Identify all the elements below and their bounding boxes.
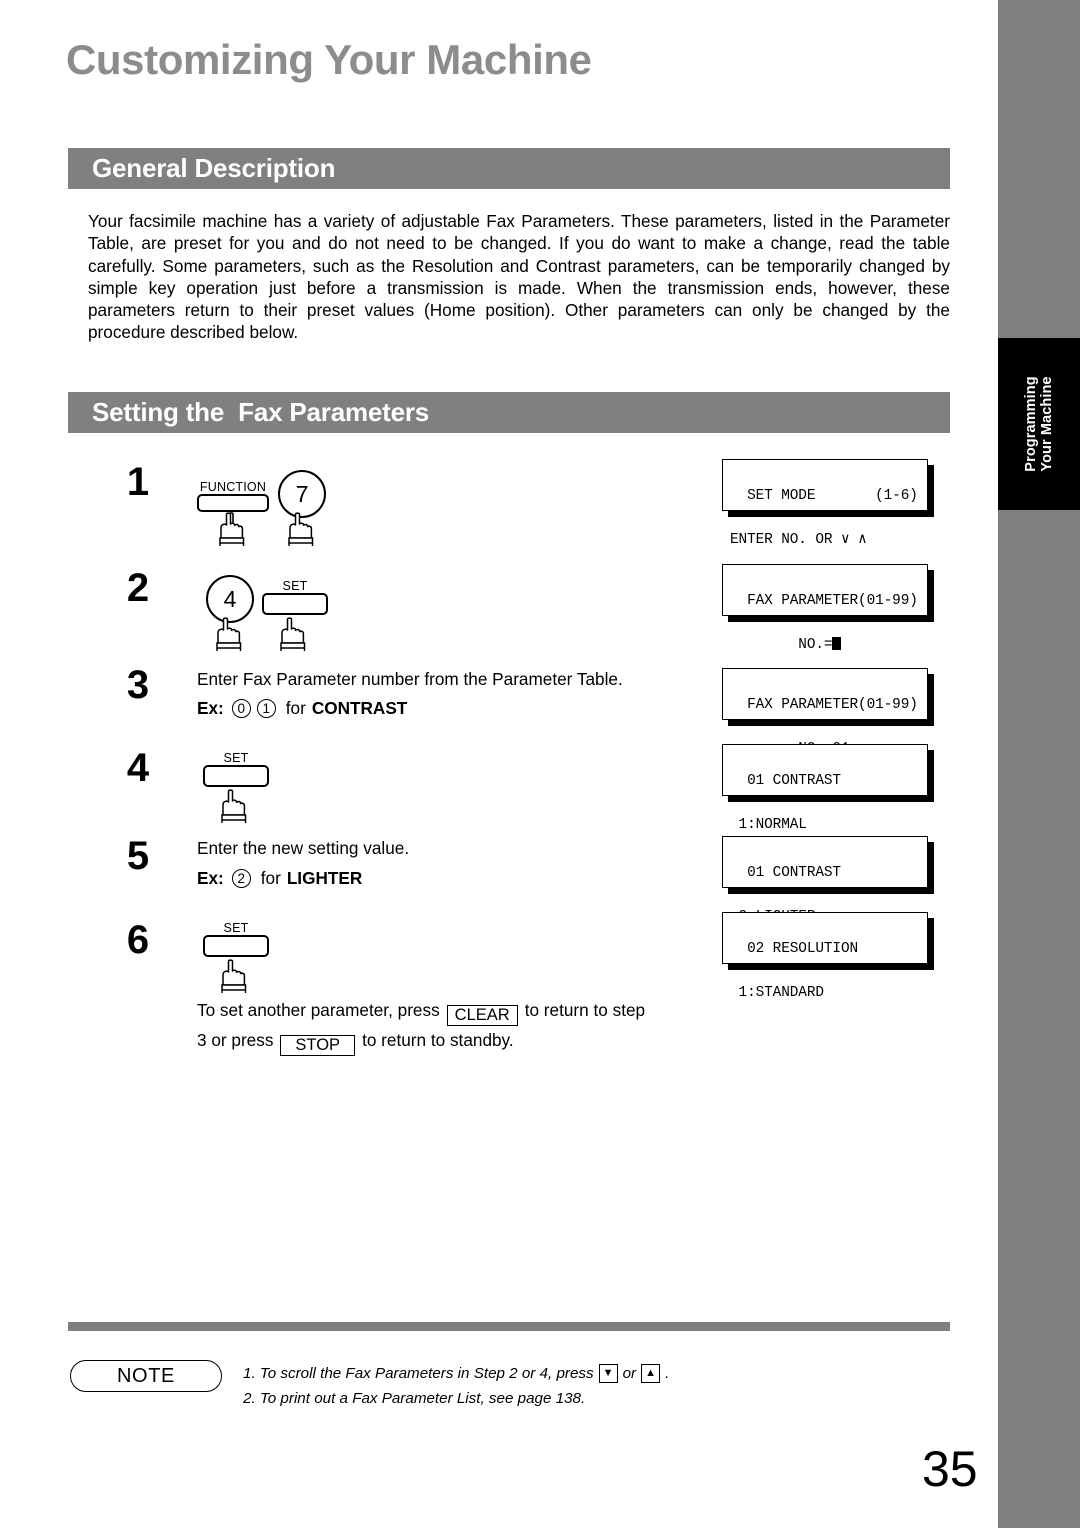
up-arrow-icon: ▲ bbox=[641, 1364, 661, 1383]
chapter-tab-text: Programming Your Machine bbox=[998, 338, 1080, 510]
page-number: 35 bbox=[922, 1441, 978, 1497]
chapter-tab: Programming Your Machine bbox=[998, 338, 1080, 510]
stop-key[interactable]: STOP bbox=[280, 1035, 356, 1056]
lcd-line-2: 1:NORMAL bbox=[730, 817, 807, 833]
note-item-1-period: . bbox=[665, 1365, 670, 1382]
lcd-display-1: SET MODE (1-6) ENTER NO. OR ∨ ∧ bbox=[722, 459, 928, 548]
step-number-1: 1 bbox=[126, 460, 150, 504]
numeric-key-7-label: 7 bbox=[295, 480, 309, 507]
set-key[interactable]: SET bbox=[262, 580, 328, 615]
down-arrow-icon: ▼ bbox=[598, 1364, 618, 1383]
step-5-ex-for: for bbox=[260, 868, 281, 888]
lcd-line-1: FAX PARAMETER(01-99) bbox=[747, 593, 918, 609]
set-key-label: SET bbox=[282, 579, 308, 593]
pointing-hand-icon bbox=[218, 789, 252, 827]
general-description-paragraph: Your facsimile machine has a variety of … bbox=[88, 211, 950, 343]
set-key[interactable]: SET bbox=[203, 752, 269, 787]
note-item-2: 2. To print out a Fax Parameter List, se… bbox=[243, 1390, 585, 1407]
example-digit-1: 1 bbox=[256, 699, 276, 718]
example-digit-2: 2 bbox=[231, 869, 251, 888]
lcd-line-1: FAX PARAMETER(01-99) bbox=[747, 697, 918, 713]
pointing-hand-icon bbox=[213, 617, 247, 655]
note-item-1: 1. To scroll the Fax Parameters in Step … bbox=[243, 1364, 669, 1383]
page-title: Customizing Your Machine bbox=[66, 36, 592, 83]
set-key-body bbox=[203, 765, 269, 787]
closing-line-2-suffix: to return to standby. bbox=[362, 1030, 514, 1050]
step-5-example: Ex: 2 for LIGHTER bbox=[197, 868, 362, 889]
closing-line-2-prefix: 3 or press bbox=[197, 1030, 274, 1050]
pointing-hand-icon bbox=[218, 959, 252, 997]
step-3-instruction: Enter Fax Parameter number from the Para… bbox=[197, 669, 623, 689]
step-number-5: 5 bbox=[126, 834, 150, 878]
function-key[interactable]: FUNCTION bbox=[197, 481, 269, 512]
closing-line-2: 3 or press STOP to return to standby. bbox=[197, 1030, 514, 1056]
lcd-display-4: 01 CONTRAST 1:NORMAL bbox=[722, 744, 928, 833]
lcd-line-1: 01 CONTRAST bbox=[747, 773, 841, 789]
lcd-display-2: FAX PARAMETER(01-99) NO.= bbox=[722, 564, 928, 653]
lcd-display-3: FAX PARAMETER(01-99) NO.=01 bbox=[722, 668, 928, 757]
note-item-1-text: 1. To scroll the Fax Parameters in Step … bbox=[243, 1365, 594, 1382]
lcd-line-1: 02 RESOLUTION bbox=[747, 941, 859, 957]
step-3-ex-target: CONTRAST bbox=[311, 698, 408, 718]
lcd-line-2-text: NO.= bbox=[730, 637, 833, 653]
clear-key[interactable]: CLEAR bbox=[446, 1005, 518, 1026]
set-key-body bbox=[262, 593, 328, 615]
lcd-line-2: ENTER NO. OR ∨ ∧ bbox=[730, 532, 867, 548]
pointing-hand-icon bbox=[216, 512, 250, 550]
section-heading-general-description: General Description bbox=[68, 148, 950, 189]
set-key-label: SET bbox=[223, 751, 249, 765]
lcd-line-1: 01 CONTRAST bbox=[747, 865, 841, 881]
lcd-line-1: SET MODE (1-6) bbox=[747, 488, 918, 504]
note-item-2-text: 2. To print out a Fax Parameter List, se… bbox=[243, 1390, 586, 1407]
step-3-ex-label: Ex: bbox=[197, 698, 224, 718]
function-key-label: FUNCTION bbox=[199, 480, 267, 494]
numeric-key-7[interactable]: 7 bbox=[278, 470, 326, 518]
step-5-ex-target: LIGHTER bbox=[286, 868, 363, 888]
step-number-6: 6 bbox=[126, 918, 150, 962]
lcd-line-2: NO.= bbox=[730, 634, 920, 656]
step-number-4: 4 bbox=[126, 746, 150, 790]
note-badge: NOTE bbox=[70, 1360, 222, 1392]
step-number-2: 2 bbox=[126, 566, 150, 610]
function-key-body bbox=[197, 494, 269, 512]
step-number-3: 3 bbox=[126, 663, 150, 707]
closing-line-1-suffix: to return to step bbox=[524, 1000, 646, 1020]
note-badge-label: NOTE bbox=[117, 1364, 175, 1387]
right-edge-strip bbox=[998, 0, 1080, 1528]
closing-line-1-prefix: To set another parameter, press bbox=[197, 1000, 440, 1020]
note-item-1-or: or bbox=[622, 1365, 637, 1382]
example-digit-0: 0 bbox=[231, 699, 251, 718]
footer-divider bbox=[68, 1322, 950, 1331]
step-5-instruction: Enter the new setting value. bbox=[197, 838, 410, 858]
pointing-hand-icon bbox=[277, 617, 311, 655]
set-key-body bbox=[203, 935, 269, 957]
lcd-cursor-block bbox=[832, 637, 842, 650]
lcd-display-6: 02 RESOLUTION 1:STANDARD bbox=[722, 912, 928, 1001]
step-3-example: Ex: 0 1 for CONTRAST bbox=[197, 698, 407, 719]
closing-line-1: To set another parameter, press CLEAR to r… bbox=[197, 1000, 645, 1026]
numeric-key-4[interactable]: 4 bbox=[206, 575, 254, 623]
numeric-key-4-label: 4 bbox=[223, 585, 237, 612]
lcd-display-5: 01 CONTRAST 2:LIGHTER bbox=[722, 836, 928, 925]
step-3-ex-for: for bbox=[285, 698, 306, 718]
chapter-tab-line2: Your Machine bbox=[1039, 376, 1055, 472]
set-key-label: SET bbox=[223, 921, 249, 935]
step-5-ex-label: Ex: bbox=[197, 868, 224, 888]
lcd-line-2: 1:STANDARD bbox=[730, 985, 824, 1001]
section-heading-setting-fax-parameters: Setting the Fax Parameters bbox=[68, 392, 950, 433]
chapter-tab-line1: Programming bbox=[1022, 376, 1039, 472]
set-key[interactable]: SET bbox=[203, 922, 269, 957]
pointing-hand-icon bbox=[285, 512, 319, 550]
